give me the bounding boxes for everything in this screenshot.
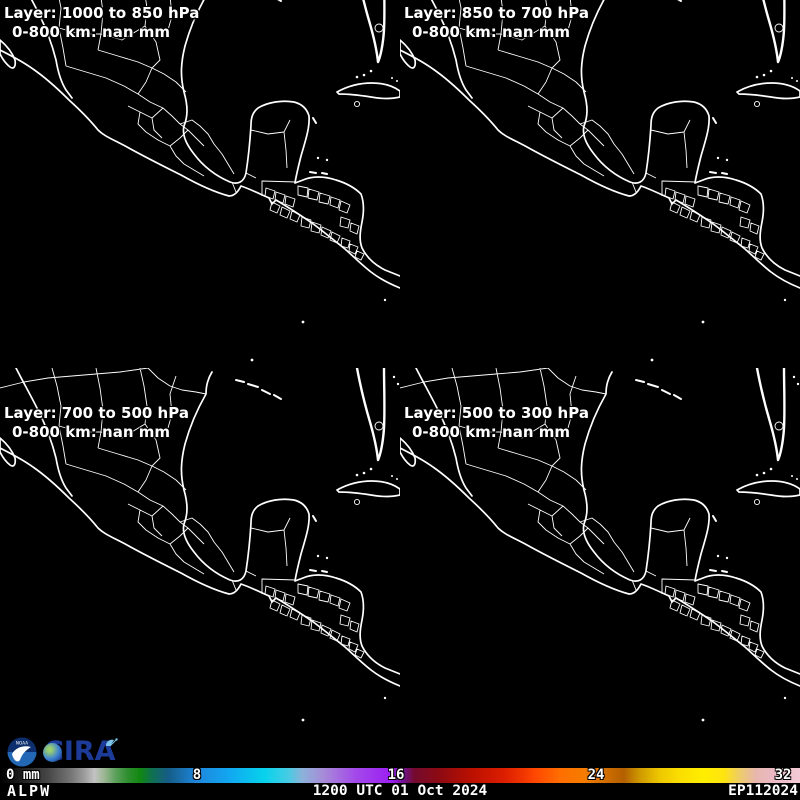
map-image [400,0,800,368]
footer: NOAA CIRA 0 mm 8 16 24 32 ALPW 1200 UTC 01 O… [0,736,800,800]
layer-label: Layer: 500 to 300 hPa [404,404,589,423]
storm-id-label: EP112024 [728,783,798,800]
panel-grid: Layer: 1000 to 850 hPa 0-800 km: nan mm … [0,0,800,736]
caption-row: ALPW 1200 UTC 01 Oct 2024 EP112024 [0,783,800,800]
range-label: 0-800 km: nan mm [412,23,589,42]
panel-label: Layer: 850 to 700 hPa 0-800 km: nan mm [404,4,589,42]
satellite-dish-icon [104,736,120,752]
alpw-four-layer-product: Layer: 1000 to 850 hPa 0-800 km: nan mm … [0,0,800,800]
datetime-label: 1200 UTC 01 Oct 2024 [313,783,488,800]
layer-label: Layer: 1000 to 850 hPa [4,4,199,23]
map-panel-1000-850: Layer: 1000 to 850 hPa 0-800 km: nan mm [0,0,400,368]
colorbar-tick-label: 8 [193,768,201,783]
logo-row: NOAA CIRA [0,736,800,768]
cira-logo: CIRA [44,737,116,767]
map-panel-500-300: Layer: 500 to 300 hPa 0-800 km: nan mm [400,368,800,736]
map-panel-700-500: Layer: 700 to 500 hPa 0-800 km: nan mm [0,368,400,736]
svg-text:NOAA: NOAA [16,741,28,746]
panel-label: Layer: 500 to 300 hPa 0-800 km: nan mm [404,404,589,442]
colorbar-tick-label: 0 mm [6,768,40,783]
cira-globe-icon [43,743,62,762]
colorbar-tick-label: 16 [388,768,405,783]
colorbar: 0 mm 8 16 24 32 [0,768,800,783]
panel-label: Layer: 1000 to 850 hPa 0-800 km: nan mm [4,4,199,42]
noaa-logo-icon: NOAA [7,737,37,767]
colorbar-tick-label: 24 [588,768,605,783]
range-label: 0-800 km: nan mm [412,423,589,442]
range-label: 0-800 km: nan mm [12,423,189,442]
layer-label: Layer: 850 to 700 hPa [404,4,589,23]
map-panel-850-700: Layer: 850 to 700 hPa 0-800 km: nan mm [400,0,800,368]
product-label: ALPW [7,783,51,800]
colorbar-tick-label: 32 [775,768,792,783]
map-image [0,0,400,368]
panel-label: Layer: 700 to 500 hPa 0-800 km: nan mm [4,404,189,442]
range-label: 0-800 km: nan mm [12,23,199,42]
layer-label: Layer: 700 to 500 hPa [4,404,189,423]
